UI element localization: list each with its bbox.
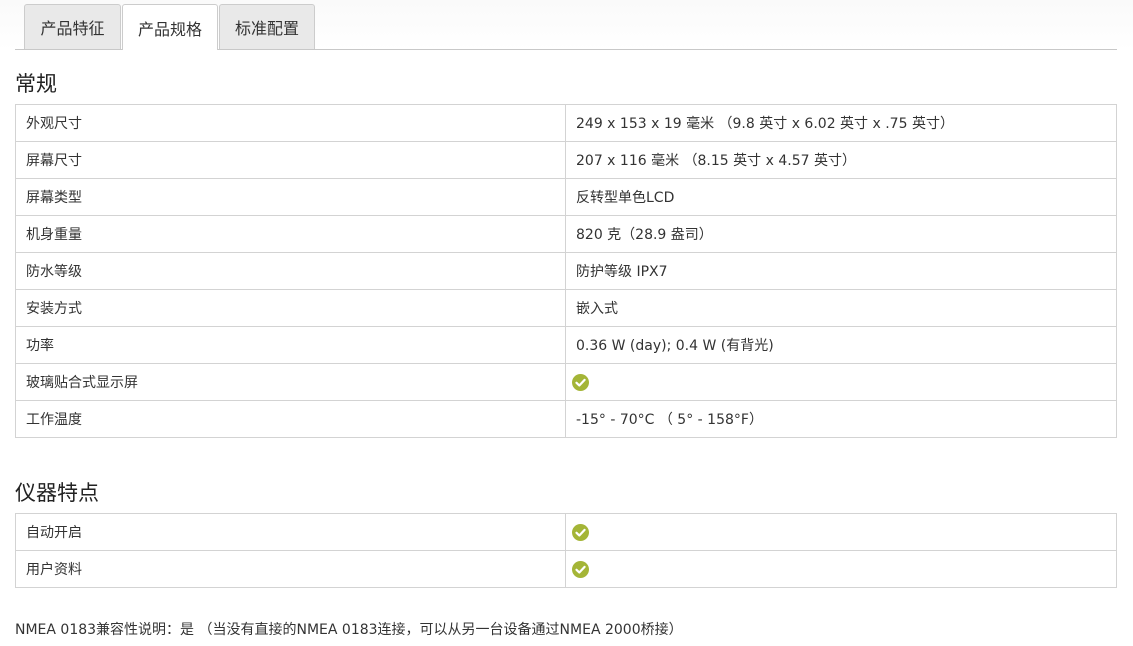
spec-label: 防水等级 [15, 252, 566, 290]
spec-label: 屏幕类型 [15, 178, 566, 216]
spec-value: 820 克（28.9 盎司） [565, 215, 1117, 253]
spec-label: 屏幕尺寸 [15, 141, 566, 179]
spec-label: 安装方式 [15, 289, 566, 327]
spec-value [565, 513, 1117, 551]
spec-value: 207 x 116 毫米 （8.15 英寸 x 4.57 英寸） [565, 141, 1117, 179]
spec-table-general: 外观尺寸 249 x 153 x 19 毫米 （9.8 英寸 x 6.02 英寸… [15, 104, 1117, 438]
nmea-compatibility-note: NMEA 0183兼容性说明：是 （当没有直接的NMEA 0183连接，可以从另… [15, 622, 683, 638]
section-title-general: 常规 [15, 72, 57, 96]
spec-value: 反转型单色LCD [565, 178, 1117, 216]
spec-value: 防护等级 IPX7 [565, 252, 1117, 290]
table-row: 自动开启 [15, 513, 1117, 551]
spec-label: 用户资料 [15, 550, 566, 588]
tab-specs[interactable]: 产品规格 [122, 4, 218, 50]
table-row: 屏幕尺寸 207 x 116 毫米 （8.15 英寸 x 4.57 英寸） [15, 141, 1117, 179]
table-row: 屏幕类型 反转型单色LCD [15, 178, 1117, 216]
spec-label: 外观尺寸 [15, 104, 566, 142]
spec-label: 机身重量 [15, 215, 566, 253]
spec-value: 0.36 W (day); 0.4 W (有背光) [565, 326, 1117, 364]
spec-label: 功率 [15, 326, 566, 364]
section-title-instrument-features: 仪器特点 [15, 481, 99, 505]
tab-features[interactable]: 产品特征 [24, 4, 121, 49]
check-circle-icon [572, 373, 589, 391]
tab-standard-config[interactable]: 标准配置 [219, 4, 315, 49]
table-row: 玻璃贴合式显示屏 [15, 363, 1117, 401]
check-circle-icon [572, 523, 589, 541]
table-row: 机身重量 820 克（28.9 盎司） [15, 215, 1117, 253]
table-row: 外观尺寸 249 x 153 x 19 毫米 （9.8 英寸 x 6.02 英寸… [15, 104, 1117, 142]
spec-label: 玻璃贴合式显示屏 [15, 363, 566, 401]
table-row: 安装方式 嵌入式 [15, 289, 1117, 327]
spec-value: 嵌入式 [565, 289, 1117, 327]
spec-value [565, 550, 1117, 588]
spec-table-features: 自动开启 用户资料 [15, 513, 1117, 588]
spec-value: 249 x 153 x 19 毫米 （9.8 英寸 x 6.02 英寸 x .7… [565, 104, 1117, 142]
table-row: 防水等级 防护等级 IPX7 [15, 252, 1117, 290]
spec-value: -15° - 70°C （ 5° - 158°F） [565, 400, 1117, 438]
table-row: 功率 0.36 W (day); 0.4 W (有背光) [15, 326, 1117, 364]
table-row: 用户资料 [15, 550, 1117, 588]
check-circle-icon [572, 560, 589, 578]
spec-label: 工作温度 [15, 400, 566, 438]
spec-label: 自动开启 [15, 513, 566, 551]
tab-bar: 产品特征 产品规格 标准配置 [0, 0, 1133, 50]
spec-value [565, 363, 1117, 401]
table-row: 工作温度 -15° - 70°C （ 5° - 158°F） [15, 400, 1117, 438]
